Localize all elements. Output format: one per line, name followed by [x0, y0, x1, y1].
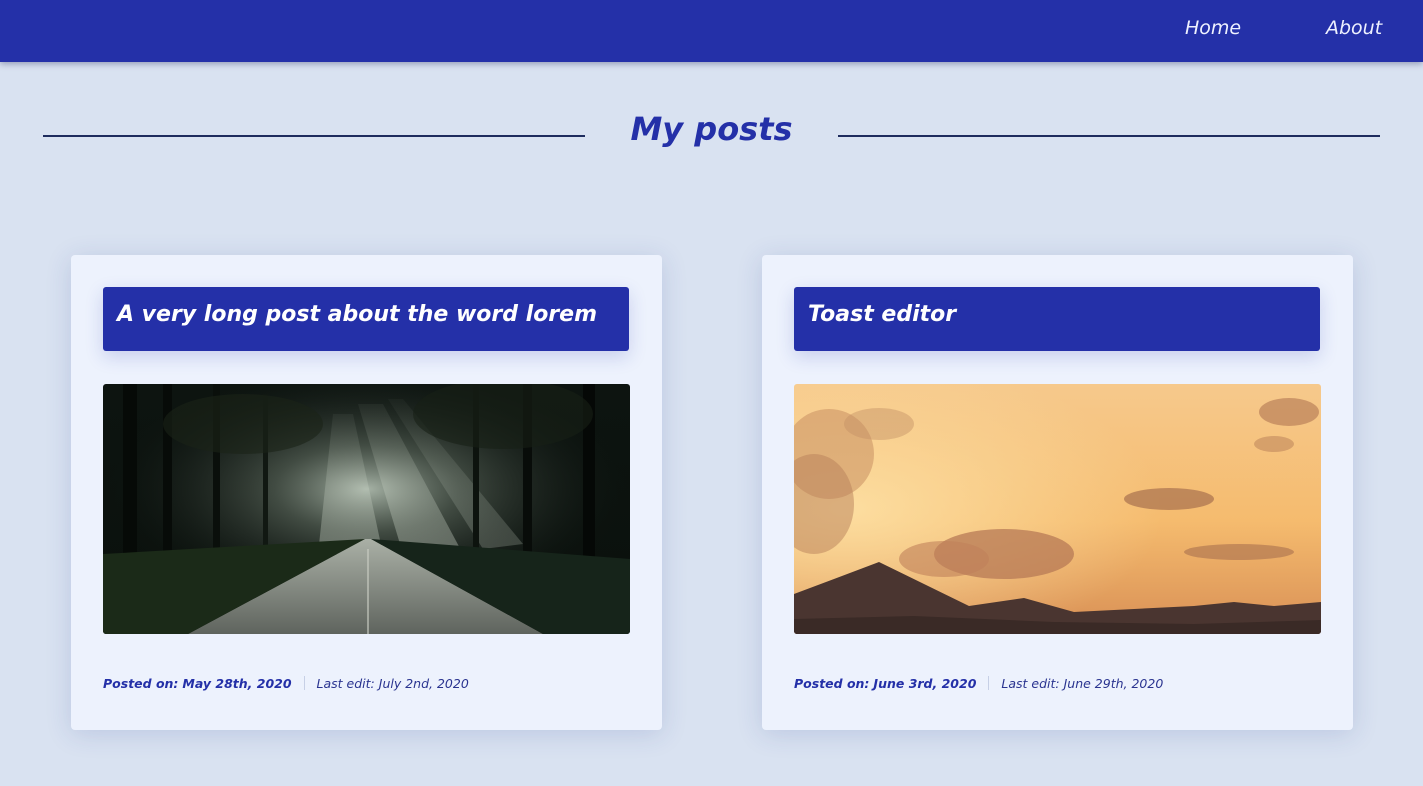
heading-divider-left	[43, 135, 585, 137]
nav-home-link[interactable]: Home	[1185, 17, 1241, 39]
posted-date: June 3rd, 2020	[873, 676, 977, 691]
last-edit-date: June 29th, 2020	[1063, 676, 1164, 691]
post-card[interactable]: A very long post about the word lorem Po…	[71, 255, 662, 730]
post-card[interactable]: Toast editor Posted on: June 3rd, 2020 L…	[762, 255, 1353, 730]
meta-divider	[988, 676, 990, 690]
page-heading: My posts	[0, 100, 1423, 170]
posted-label: Posted on:	[794, 676, 870, 691]
post-title[interactable]: Toast editor	[808, 302, 956, 327]
posted-label: Posted on:	[103, 676, 179, 691]
post-title[interactable]: A very long post about the word lorem	[117, 302, 597, 327]
nav-about-link[interactable]: About	[1326, 17, 1382, 39]
last-edit-date: July 2nd, 2020	[378, 676, 469, 691]
last-edit-label: Last edit:	[316, 676, 375, 691]
posted-date: May 28th, 2020	[182, 676, 292, 691]
post-title-band[interactable]: Toast editor	[794, 287, 1320, 351]
last-edit-label: Last edit:	[1001, 676, 1060, 691]
meta-divider	[303, 676, 305, 690]
post-meta: Posted on: May 28th, 2020 Last edit: Jul…	[103, 676, 469, 691]
post-meta: Posted on: June 3rd, 2020 Last edit: Jun…	[794, 676, 1163, 691]
heading-divider-right	[838, 135, 1380, 137]
forest-road-photo[interactable]	[103, 384, 630, 634]
sunset-mountains-photo[interactable]	[794, 384, 1321, 634]
navbar: Home About	[0, 0, 1423, 62]
page-title: My posts	[630, 110, 793, 148]
post-title-band[interactable]: A very long post about the word lorem	[103, 287, 629, 351]
